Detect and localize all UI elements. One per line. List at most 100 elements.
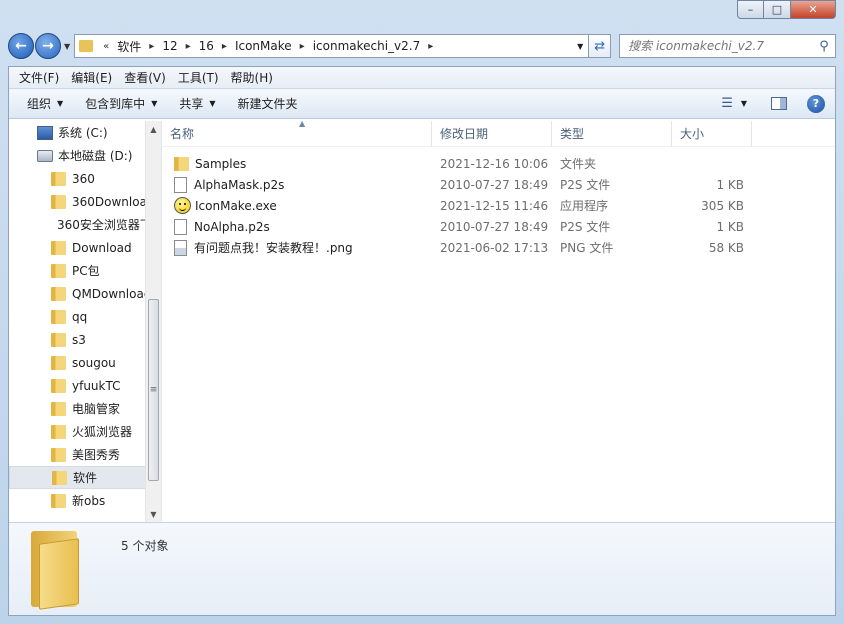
scroll-down-icon[interactable]: ▼ <box>146 506 161 522</box>
navigation-pane: 系统 (C:) 本地磁盘 (D:) 360 360Downloads 360安全浏览器下… <box>9 121 162 522</box>
file-row[interactable]: IconMake.exe 2021-12-15 11:46 应用程序 305 KB <box>162 195 835 216</box>
tree-item-label: yfuukTC <box>72 378 121 393</box>
tree-item[interactable]: 美图秀秀 <box>9 443 161 466</box>
tree-item[interactable]: 360Downloads <box>9 190 161 213</box>
scroll-up-icon[interactable]: ▲ <box>146 121 161 137</box>
folder-icon <box>51 447 66 462</box>
forward-button[interactable]: → <box>35 33 61 59</box>
file-row[interactable]: NoAlpha.p2s 2010-07-27 18:49 P2S 文件 1 KB <box>162 216 835 237</box>
breadcrumb-separator-icon[interactable]: ▸ <box>424 41 437 52</box>
search-icon[interactable]: ⚲ <box>813 39 835 54</box>
column-date-modified[interactable]: 修改日期 <box>432 120 552 147</box>
file-name: NoAlpha.p2s <box>194 219 270 234</box>
tree-item[interactable]: 电脑管家 <box>9 397 161 420</box>
organize-button[interactable]: 组织 ▼ <box>19 95 71 112</box>
tree-item[interactable]: 系统 (C:) <box>9 121 161 144</box>
breadcrumb-separator-icon[interactable]: ▸ <box>296 41 309 52</box>
view-options-dropdown-icon[interactable]: ▼ <box>741 99 747 108</box>
file-icon <box>174 176 187 193</box>
tree-item-label: s3 <box>72 332 86 347</box>
breadcrumb-item[interactable]: 16 <box>195 39 218 53</box>
breadcrumb-item[interactable]: iconmakechi_v2.7 <box>309 39 425 53</box>
file-name: IconMake.exe <box>195 198 277 213</box>
file-row[interactable]: AlphaMask.p2s 2010-07-27 18:49 P2S 文件 1 KB <box>162 174 835 195</box>
folder-icon <box>51 309 66 324</box>
breadcrumb-item[interactable]: 12 <box>158 39 181 53</box>
tree-item[interactable]: 360安全浏览器下载 <box>9 213 161 236</box>
file-date: 2021-12-16 10:06 <box>440 156 549 171</box>
include-in-library-button[interactable]: 包含到库中 ▼ <box>77 95 165 112</box>
search-input[interactable] <box>628 39 813 53</box>
breadcrumb: « 软件 ▸ 12 ▸ 16 ▸ IconMake ▸ iconmakechi_v2.7 ▸ <box>99 38 437 55</box>
close-button[interactable]: ✕ <box>791 0 836 19</box>
search-box[interactable]: ⚲ <box>619 34 836 58</box>
tree-item-label: 火狐浏览器 <box>72 425 133 439</box>
tree-item-label: qq <box>72 309 88 324</box>
column-size[interactable]: 大小 <box>672 120 752 147</box>
file-name-cell: AlphaMask.p2s <box>162 176 432 193</box>
folder-icon <box>51 355 66 370</box>
breadcrumb-overflow[interactable]: « <box>99 41 113 52</box>
menu-item[interactable]: 查看(V) <box>118 69 172 86</box>
folder-icon <box>52 470 67 485</box>
file-name: 有问题点我！安装教程！.png <box>194 241 353 255</box>
tree-item[interactable]: Download <box>9 236 161 259</box>
file-date: 2010-07-27 18:49 <box>440 177 549 192</box>
file-type: P2S 文件 <box>560 220 611 234</box>
recent-pages-dropdown-icon[interactable]: ▼ <box>64 42 70 51</box>
image-file-icon <box>174 239 187 256</box>
help-icon[interactable]: ? <box>807 94 825 113</box>
tree-item-label: 本地磁盘 (D:) <box>58 149 133 163</box>
breadcrumb-separator-icon[interactable]: ▸ <box>145 41 158 52</box>
tree-item[interactable]: s3 <box>9 328 161 351</box>
menu-item[interactable]: 工具(T) <box>172 69 225 86</box>
new-folder-button[interactable]: 新建文件夹 <box>230 95 306 112</box>
scrollbar-thumb[interactable]: ≡ <box>148 299 159 481</box>
menu-item[interactable]: 帮助(H) <box>225 69 279 86</box>
folder-icon <box>51 194 66 209</box>
tree-item[interactable]: 火狐浏览器 <box>9 420 161 443</box>
refresh-button[interactable]: ⇄ <box>589 34 612 58</box>
maximize-button[interactable]: □ <box>764 0 791 19</box>
column-name[interactable]: 名称 <box>162 120 432 147</box>
column-type[interactable]: 类型 <box>552 120 672 147</box>
tree-item[interactable]: yfuukTC <box>9 374 161 397</box>
navigation-bar: ← → ▼ « 软件 ▸ 12 ▸ 16 ▸ IconMake ▸ iconmakechi_v2… <box>8 30 836 62</box>
tree-item[interactable]: 软件 <box>9 466 161 489</box>
menu-item[interactable]: 文件(F) <box>13 69 65 86</box>
share-label: 共享 <box>179 97 204 111</box>
menu-item[interactable]: 编辑(E) <box>65 69 118 86</box>
chevron-down-icon: ▼ <box>57 99 64 108</box>
file-row[interactable]: Samples 2021-12-16 10:06 文件夹 <box>162 153 835 174</box>
file-name: Samples <box>195 156 247 171</box>
file-name-cell: IconMake.exe <box>162 197 432 214</box>
breadcrumb-item[interactable]: IconMake <box>231 39 296 53</box>
share-button[interactable]: 共享 ▼ <box>171 95 223 112</box>
file-list: ▲ 名称 修改日期 类型 大小 Samples 2021-12-16 10:06 文… <box>162 119 835 522</box>
new-folder-label: 新建文件夹 <box>237 97 298 111</box>
breadcrumb-separator-icon[interactable]: ▸ <box>218 41 231 52</box>
navigation-scrollbar[interactable]: ▲ ≡ ▼ <box>145 121 161 522</box>
file-date: 2010-07-27 18:49 <box>440 219 549 234</box>
preview-pane-icon[interactable] <box>771 97 787 110</box>
breadcrumb-item[interactable]: 软件 <box>113 38 145 55</box>
tree-item[interactable]: sougou <box>9 351 161 374</box>
tree-item[interactable]: QMDownload <box>9 282 161 305</box>
back-button[interactable]: ← <box>8 33 34 59</box>
address-history-dropdown-icon[interactable]: ▼ <box>572 42 588 51</box>
breadcrumb-separator-icon[interactable]: ▸ <box>182 41 195 52</box>
file-name-cell: NoAlpha.p2s <box>162 218 432 235</box>
address-bar[interactable]: « 软件 ▸ 12 ▸ 16 ▸ IconMake ▸ iconmakechi_v2.7 ▸ ▼ <box>74 34 590 58</box>
drive-icon <box>37 149 53 162</box>
tree-item[interactable]: PC包 <box>9 259 161 282</box>
tree-item[interactable]: qq <box>9 305 161 328</box>
tree-item[interactable]: 360 <box>9 167 161 190</box>
tree-item[interactable]: 新obs <box>9 489 161 512</box>
file-row[interactable]: 有问题点我！安装教程！.png 2021-06-02 17:13 PNG 文件 58 … <box>162 237 835 258</box>
minimize-button[interactable]: – <box>737 0 764 19</box>
file-size: 305 KB <box>701 198 744 213</box>
explorer-frame: 文件(F) 编辑(E) 查看(V) 工具(T) 帮助(H) 组织 ▼ 包含到库中 ▼ 共享 ▼… <box>8 66 836 616</box>
folder-icon <box>51 401 66 416</box>
change-view-icon[interactable]: ☰ <box>721 96 733 111</box>
tree-item[interactable]: 本地磁盘 (D:) <box>9 144 161 167</box>
